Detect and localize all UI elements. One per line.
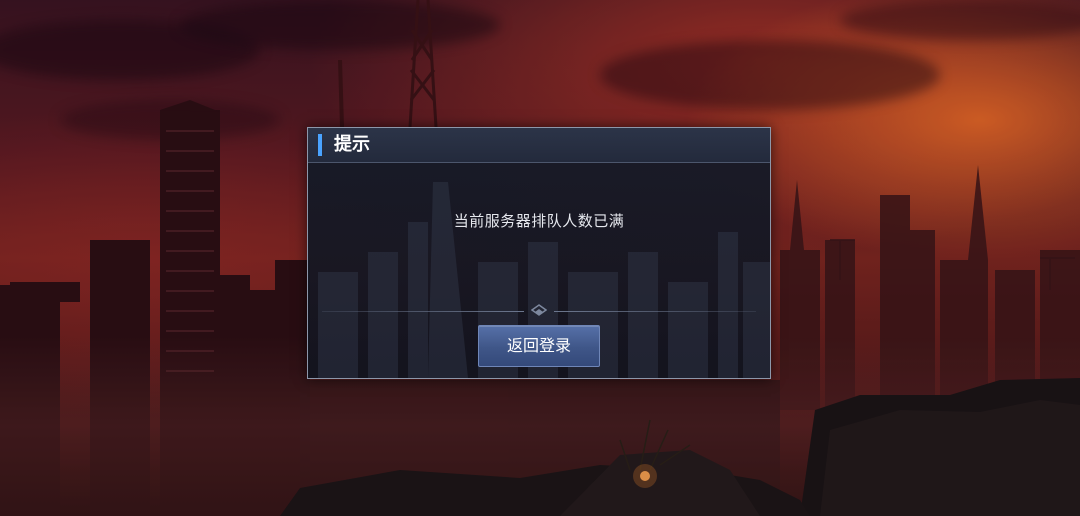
dialog-header: 提示 bbox=[308, 128, 770, 163]
chevron-ornament-icon bbox=[531, 304, 547, 316]
return-to-login-button[interactable]: 返回登录 bbox=[478, 325, 600, 367]
dialog-message: 当前服务器排队人数已满 bbox=[453, 212, 625, 230]
divider-right bbox=[554, 311, 756, 312]
title-accent-bar bbox=[318, 134, 322, 156]
notice-dialog: 提示 当前服务器排队人数已满 返回登录 bbox=[307, 127, 771, 379]
dialog-title: 提示 bbox=[334, 134, 370, 155]
divider-left bbox=[322, 311, 524, 312]
game-background: 提示 当前服务器排队人数已满 返回登录 bbox=[0, 0, 1080, 516]
